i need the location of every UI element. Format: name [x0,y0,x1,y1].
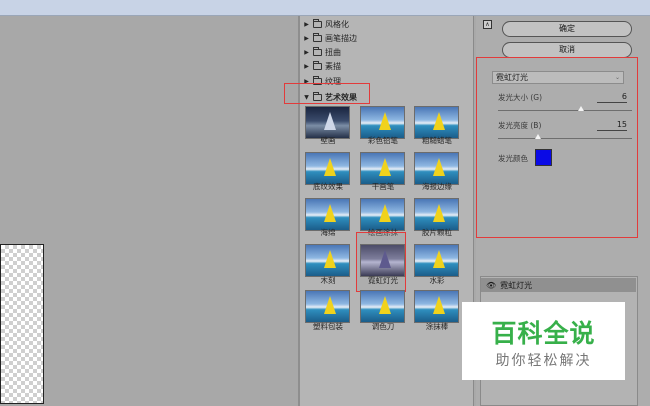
glow-color-swatch[interactable] [535,149,552,166]
ok-button[interactable]: 确定 [502,21,632,37]
settings-highlight-box [476,57,638,238]
category-label: 风格化 [325,20,349,29]
glow-size-label: 发光大小 (G) [498,93,543,102]
preview-canvas[interactable] [0,244,44,404]
filter-thumb-watercolor[interactable] [414,244,459,277]
effect-layer-row[interactable]: 👁 霓虹灯光 [481,278,636,292]
filter-thumb-neon-glow[interactable] [360,244,405,277]
glow-size-input[interactable]: 6 [597,91,627,103]
folder-icon [313,61,322,70]
collapse-gallery-button[interactable]: ∧ [483,20,492,29]
glow-brightness-label: 发光亮度 (B) [498,121,542,130]
expand-icon: ▶ [304,63,309,70]
watermark-logo: 百科全说 助你轻松解决 [462,302,625,380]
chevron-down-icon: ⌄ [614,74,620,81]
filter-label: 海绵 [320,228,336,237]
effect-layer-label: 霓虹灯光 [500,280,533,290]
expand-icon: ▶ [304,21,309,28]
category-brush-strokes[interactable]: ▶ 画笔描边 [303,32,357,45]
filter-label: 粗糙蜡笔 [422,136,452,145]
watermark-title: 百科全说 [491,319,596,348]
filter-label: 彩色铅笔 [368,136,398,145]
filter-select[interactable]: 霓虹灯光 ⌄ [492,71,624,84]
glow-size-slider-thumb[interactable] [578,106,585,111]
filter-label: 木刻 [320,276,336,285]
filter-label: 底纹效果 [313,182,343,191]
filter-label: 胶片颗粒 [422,228,452,237]
filter-thumb-cutout[interactable] [305,244,350,277]
filter-thumb-palette-knife[interactable] [360,290,405,323]
category-highlight-box [284,83,370,104]
glow-brightness-slider[interactable] [498,138,632,139]
category-distort[interactable]: ▶ 扭曲 [303,46,341,59]
window-title-bar [0,0,650,16]
glow-color-label: 发光颜色 [498,154,528,163]
expand-icon: ▶ [304,49,309,56]
filter-label: 水彩 [429,276,445,285]
expand-icon: ▶ [304,35,309,42]
category-label: 素描 [325,62,341,71]
filter-label: 干画笔 [371,182,395,191]
filter-thumb-smudge-stick[interactable] [414,290,459,323]
filter-label: 涂抹棒 [425,322,449,331]
glow-size-slider[interactable] [498,110,632,111]
category-label: 画笔描边 [325,34,357,43]
category-sketch[interactable]: ▶ 素描 [303,60,341,73]
folder-icon [313,47,322,56]
eye-icon[interactable]: 👁 [486,281,496,290]
glow-brightness-input[interactable]: 15 [597,119,627,131]
filter-label: 调色刀 [371,322,395,331]
folder-icon [313,33,322,42]
category-label: 扭曲 [325,48,341,57]
watermark-subtitle: 助你轻松解决 [495,353,592,369]
filter-thumb-plastic-wrap[interactable] [305,290,350,323]
glow-brightness-slider-thumb[interactable] [535,134,542,139]
filter-label: 壁画 [320,136,336,145]
folder-icon [313,19,322,28]
preview-area[interactable] [0,16,298,406]
filter-label: 海报边缘 [422,182,452,191]
filter-label: 塑料包装 [313,322,343,331]
category-stylize[interactable]: ▶ 风格化 [303,18,349,31]
filter-select-value: 霓虹灯光 [496,73,528,82]
filter-label: 霓虹灯光 [368,276,398,285]
cancel-button[interactable]: 取消 [502,42,632,58]
